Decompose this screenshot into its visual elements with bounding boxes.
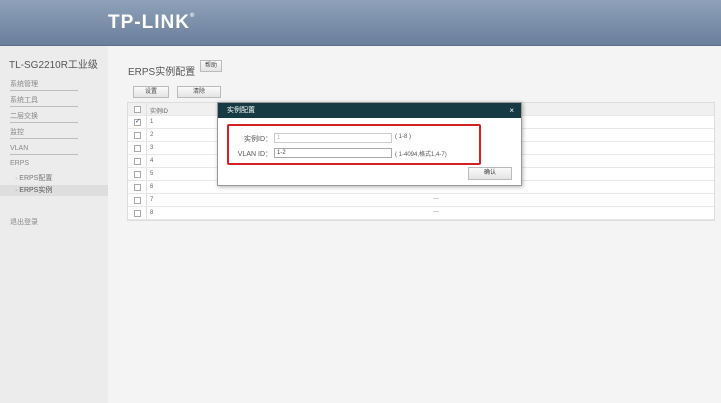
cell-instance-id: 7	[150, 197, 154, 203]
table-row[interactable]: 8 ---	[128, 207, 714, 220]
sidebar: TL-SG2210R工业级 系统管理 系统工具 二层交换 监控 VLAN ERP…	[0, 46, 108, 403]
cell-instance-id: 4	[150, 158, 154, 164]
header-bar: TP-LINK®	[0, 0, 721, 46]
vlan-id-hint: ( 1-4094,格式1,4-7)	[395, 152, 447, 158]
close-icon[interactable]: ×	[509, 103, 514, 118]
column-divider	[146, 194, 147, 206]
sidebar-item-system-management[interactable]: 系统管理	[10, 80, 78, 91]
vlan-id-field[interactable]: 1-2	[274, 148, 392, 158]
tp-link-logo: TP-LINK®	[108, 12, 196, 33]
row-checkbox[interactable]	[134, 210, 141, 217]
column-header-instance-id: 实例ID	[150, 109, 169, 115]
column-divider	[146, 181, 147, 193]
cell-instance-id: 1	[150, 119, 154, 125]
sidebar-item-layer2-switching[interactable]: 二层交换	[10, 112, 78, 123]
help-button[interactable]: 帮助	[200, 60, 222, 72]
column-divider	[146, 142, 147, 154]
sidebar-item-vlan[interactable]: VLAN	[10, 144, 78, 155]
dialog-title-bar: 实例配置 ×	[218, 103, 521, 118]
main-content: ERPS实例配置 帮助 设置 清除 实例ID 1 2 3	[108, 46, 721, 403]
device-model: TL-SG2210R工业级	[9, 60, 98, 71]
cell-instance-id: 5	[150, 171, 154, 177]
table-row[interactable]: 7 ---	[128, 194, 714, 207]
cell-instance-id: 2	[150, 132, 154, 138]
row-checkbox[interactable]	[134, 145, 141, 152]
row-checkbox[interactable]	[134, 197, 141, 204]
column-divider	[146, 103, 147, 115]
cell-instance-id: 6	[150, 184, 154, 190]
column-divider	[146, 129, 147, 141]
vlan-id-label: VLAN ID：	[237, 151, 272, 158]
row-checkbox[interactable]	[134, 171, 141, 178]
row-checkbox[interactable]	[134, 158, 141, 165]
cell-instance-id: 3	[150, 145, 154, 151]
sidebar-item-monitoring[interactable]: 监控	[10, 128, 78, 139]
sidebar-item-erps[interactable]: ERPS	[10, 160, 29, 167]
logout-link[interactable]: 退出登录	[10, 217, 38, 227]
instance-id-field: 1	[274, 133, 392, 143]
sidebar-subitem-erps-instance[interactable]: · ERPS实例	[0, 185, 108, 196]
select-all-checkbox[interactable]	[134, 106, 141, 113]
sidebar-subitem-erps-config[interactable]: · ERPS配置	[15, 173, 52, 183]
dialog-title: 实例配置	[227, 107, 255, 114]
instance-config-dialog: 实例配置 × 实例ID： 1 ( 1-8 ) VLAN ID： 1-2 ( 1-…	[217, 102, 522, 186]
column-divider	[146, 116, 147, 128]
cell-vlan: ---	[433, 209, 439, 215]
row-checkbox[interactable]	[134, 184, 141, 191]
instance-id-hint: ( 1-8 )	[395, 134, 412, 140]
column-divider	[146, 207, 147, 219]
instance-id-label: 实例ID：	[244, 136, 272, 143]
confirm-button[interactable]: 确认	[468, 167, 512, 180]
row-checkbox[interactable]	[134, 117, 141, 126]
column-divider	[146, 155, 147, 167]
clear-button[interactable]: 清除	[177, 86, 221, 98]
set-button[interactable]: 设置	[133, 86, 169, 98]
cell-instance-id: 8	[150, 210, 154, 216]
cell-vlan: ---	[433, 196, 439, 202]
sidebar-item-system-tools[interactable]: 系统工具	[10, 96, 78, 107]
page-title: ERPS实例配置	[128, 67, 196, 78]
row-checkbox[interactable]	[134, 132, 141, 139]
column-divider	[146, 168, 147, 180]
